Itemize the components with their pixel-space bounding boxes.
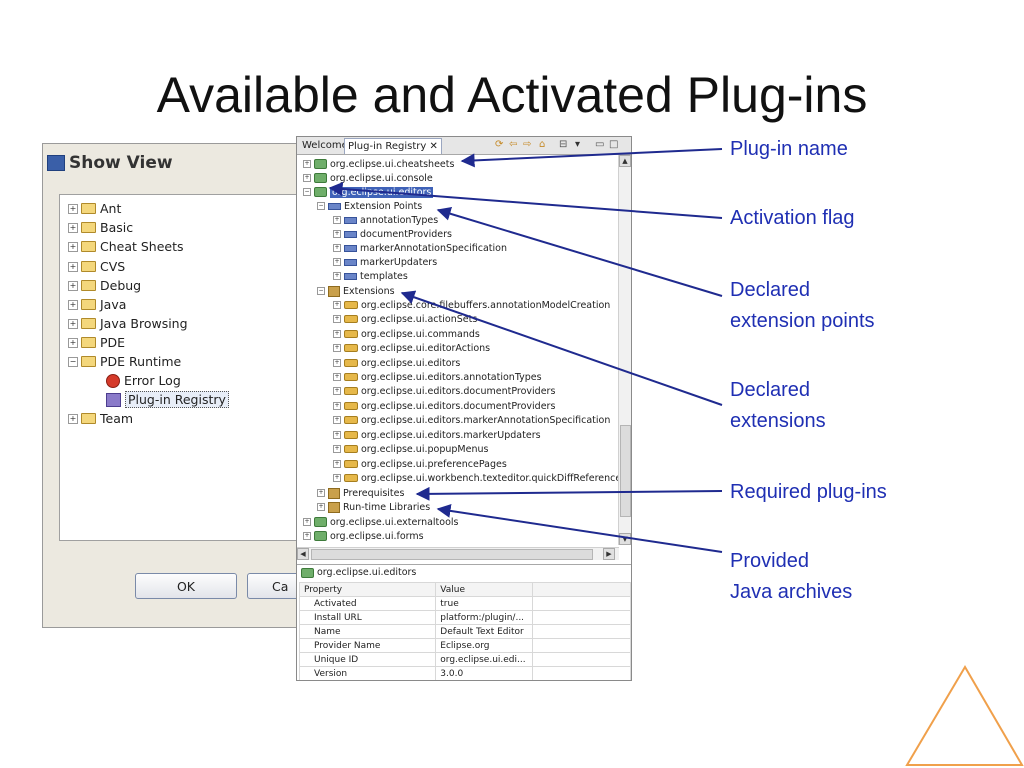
arrow-activation-flag [328,181,723,219]
arrow-extensions [400,290,723,406]
arrow-extension-points [436,206,723,297]
callout-provided-line1: Provided [730,550,809,572]
callout-declared-extensions-line1: Declared [730,379,811,401]
callout-declared-extensions-line2: extensions [730,410,826,432]
callout-activation-flag: Activation flag [730,207,855,229]
callout-arrows [328,148,1024,766]
arrow-libraries [436,503,723,553]
callout-declared-ext-points-line2: extension points [730,310,875,332]
decorative-triangle [905,665,1024,766]
callout-declared-ext-points-line1: Declared [730,279,811,301]
arrow-prerequisites [415,486,723,501]
callout-required-plugins: Required plug-ins [730,481,887,503]
callout-provided-line2: Java archives [730,581,853,603]
arrow-plugin-name [460,148,723,168]
callout-plugin-name: Plug-in name [730,138,848,160]
